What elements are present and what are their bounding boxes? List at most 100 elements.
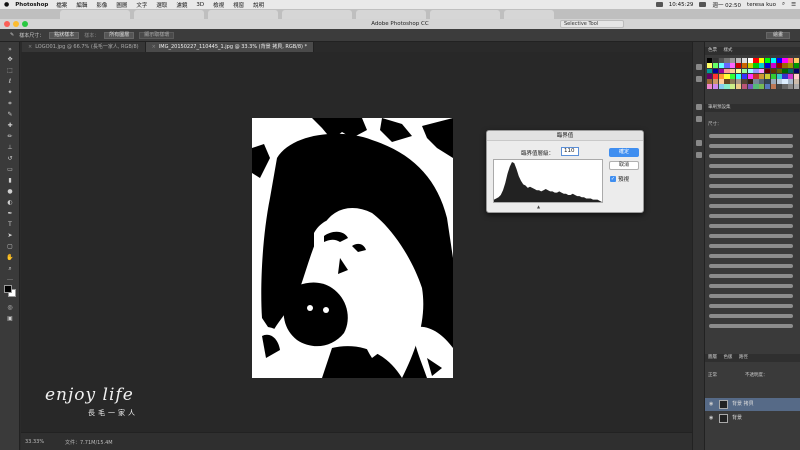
- menu-layer[interactable]: 圖層: [116, 1, 127, 9]
- color-swatch[interactable]: [753, 73, 759, 79]
- color-swatch[interactable]: [764, 79, 771, 84]
- minimize-window-icon[interactable]: [13, 21, 19, 27]
- color-swatch[interactable]: [712, 68, 718, 74]
- ok-button[interactable]: 確定: [609, 148, 639, 157]
- menu-select[interactable]: 選取: [156, 1, 167, 9]
- color-swatch[interactable]: [724, 73, 730, 79]
- close-tab-icon[interactable]: ×: [28, 44, 32, 50]
- color-swatch[interactable]: [707, 58, 713, 63]
- tab-layers[interactable]: 圖層: [708, 355, 717, 360]
- zoom-tool-icon[interactable]: ⌕: [5, 265, 15, 272]
- swatch-grid[interactable]: [707, 58, 800, 90]
- color-swatch[interactable]: [747, 63, 753, 68]
- color-swatch[interactable]: [730, 79, 736, 84]
- color-swatch[interactable]: [712, 58, 718, 63]
- color-swatch[interactable]: [776, 68, 782, 74]
- paragraph-panel-icon[interactable]: [696, 152, 702, 158]
- brush-preset[interactable]: [709, 244, 793, 248]
- color-swatch[interactable]: [776, 84, 782, 90]
- color-swatch[interactable]: [718, 63, 724, 68]
- color-swatch[interactable]: [707, 73, 713, 79]
- color-swatch[interactable]: [753, 63, 759, 68]
- threshold-slider-triangle[interactable]: ▲: [537, 204, 540, 209]
- tab-brush-presets[interactable]: 筆刷預設集: [708, 105, 731, 110]
- properties-panel-icon[interactable]: [696, 76, 702, 82]
- color-swatch[interactable]: [764, 84, 771, 90]
- color-swatch[interactable]: [724, 79, 730, 84]
- crop-tool-icon[interactable]: ⌗: [5, 100, 15, 107]
- color-swatch[interactable]: [735, 73, 742, 79]
- color-swatch[interactable]: [793, 63, 800, 68]
- tab-channels[interactable]: 色版: [723, 355, 732, 360]
- brush-preset[interactable]: [709, 194, 793, 198]
- brush-preset[interactable]: [709, 204, 793, 208]
- menu-window[interactable]: 視窗: [233, 1, 244, 9]
- brush-preset[interactable]: [709, 274, 793, 278]
- brush-preset[interactable]: [709, 224, 793, 228]
- color-swatch[interactable]: [735, 84, 742, 90]
- color-swatch[interactable]: [741, 84, 747, 90]
- shape-tool-icon[interactable]: ▢: [5, 243, 15, 250]
- gradient-tool-icon[interactable]: ▮: [5, 177, 15, 184]
- color-swatch[interactable]: [776, 63, 782, 68]
- screen-mode-icon[interactable]: ▣: [5, 315, 15, 322]
- color-swatch[interactable]: [741, 79, 747, 84]
- close-window-icon[interactable]: [4, 21, 10, 27]
- color-swatch[interactable]: [759, 79, 765, 84]
- brush-preset[interactable]: [709, 144, 793, 148]
- browser-tab[interactable]: [208, 10, 278, 19]
- color-swatch[interactable]: [759, 84, 765, 90]
- color-swatch[interactable]: [730, 63, 736, 68]
- color-swatch[interactable]: [718, 84, 724, 90]
- brush-preset[interactable]: [709, 284, 793, 288]
- quick-select-tool-icon[interactable]: ✦: [5, 89, 15, 96]
- color-swatch[interactable]: [730, 58, 736, 63]
- menu-list-icon[interactable]: ☰: [791, 2, 796, 8]
- color-swatch[interactable]: [770, 58, 776, 63]
- menubar-user[interactable]: teresa kuo: [747, 2, 776, 8]
- browser-tab[interactable]: [60, 10, 130, 19]
- document-size[interactable]: 文件：7.71M/15.4M: [65, 439, 113, 446]
- threshold-image-canvas[interactable]: [252, 118, 453, 378]
- preview-checkbox[interactable]: ✓: [610, 176, 616, 182]
- tab-styles[interactable]: 樣式: [723, 48, 732, 53]
- color-swatch[interactable]: [788, 79, 794, 84]
- workspace-select[interactable]: 繪畫: [765, 32, 790, 39]
- color-swatch[interactable]: [741, 68, 747, 74]
- color-swatch[interactable]: [759, 73, 765, 79]
- cancel-button[interactable]: 取消: [609, 161, 639, 170]
- color-swatch[interactable]: [747, 58, 753, 63]
- color-swatch[interactable]: [788, 63, 794, 68]
- color-swatch[interactable]: [793, 73, 800, 79]
- clone-stamp-icon[interactable]: ⊥: [5, 144, 15, 151]
- tab-img-active[interactable]: × IMG_20150227_110445_1.jpg @ 33.3% (背景 拷…: [145, 42, 315, 52]
- color-swatch[interactable]: [707, 79, 713, 84]
- color-swatch[interactable]: [718, 79, 724, 84]
- brush-preset[interactable]: [709, 174, 793, 178]
- eyedropper-icon[interactable]: ✎: [5, 111, 15, 118]
- spotlight-icon[interactable]: ⌕: [782, 1, 785, 8]
- color-swatch[interactable]: [724, 68, 730, 74]
- browser-tab[interactable]: [356, 10, 426, 19]
- menu-app-name[interactable]: Photoshop: [15, 2, 48, 8]
- color-swatch[interactable]: [782, 84, 788, 90]
- brush-preset[interactable]: [709, 214, 793, 218]
- color-swatch[interactable]: [759, 63, 765, 68]
- color-swatch[interactable]: [770, 84, 776, 90]
- color-swatch[interactable]: [764, 68, 771, 74]
- menu-file[interactable]: 檔案: [56, 1, 67, 9]
- color-swatch[interactable]: [747, 73, 753, 79]
- color-swatch[interactable]: [735, 63, 742, 68]
- color-swatch[interactable]: [770, 63, 776, 68]
- layer-row[interactable]: ◉ 背景: [705, 412, 800, 425]
- color-swatch[interactable]: [747, 84, 753, 90]
- menu-help[interactable]: 說明: [253, 1, 264, 9]
- path-select-icon[interactable]: ➤: [5, 232, 15, 239]
- color-swatch[interactable]: [712, 84, 718, 90]
- color-swatch[interactable]: [730, 84, 736, 90]
- apple-icon[interactable]: ●: [4, 1, 9, 8]
- tab-logo01[interactable]: × LOGO01.jpg @ 66.7% (長毛一家人, RGB/8): [22, 42, 146, 52]
- color-swatch[interactable]: [741, 58, 747, 63]
- move-tool-icon[interactable]: ✥: [5, 56, 15, 63]
- color-swatch[interactable]: [793, 79, 800, 84]
